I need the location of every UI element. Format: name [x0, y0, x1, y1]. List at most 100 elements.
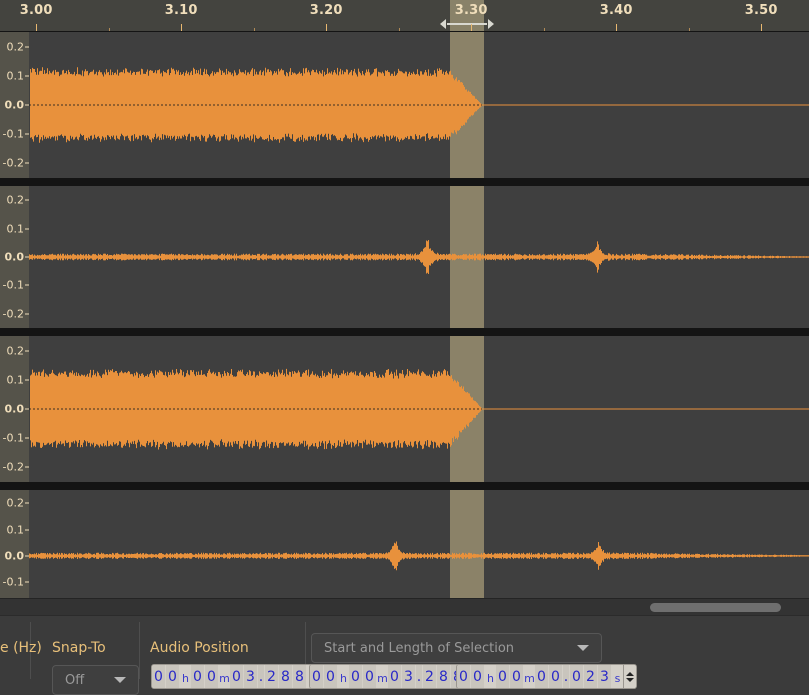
right-arrow-icon	[488, 18, 494, 29]
time-digit[interactable]: 0	[510, 665, 524, 688]
audio-editor-window: 3.00 3.10 3.20 3.30 3.40 3.50 0.2 0.1 0.0 -0.1 -0…	[0, 0, 809, 695]
ruler-label: 3.30	[454, 3, 488, 18]
time-digit[interactable]: 8	[293, 665, 307, 688]
time-digit[interactable]: 0	[496, 665, 510, 688]
time-digit[interactable]: 0	[152, 665, 166, 688]
audio-position-field[interactable]: 00h00m03.288s	[151, 664, 332, 689]
snap-to-label: Snap-To	[52, 640, 106, 656]
vertical-axis-label: -0.1	[2, 278, 24, 292]
track-3[interactable]: 0.2 0.1 0.0 -0.1 -0.2	[0, 336, 809, 482]
time-digit[interactable]: 0	[457, 665, 471, 688]
track-separator	[0, 328, 809, 336]
track-panel[interactable]: 0.2 0.1 0.0 -0.1 -0.2 0.2 0.1 0.0 -0.1 -0.2 0.2 0.1…	[0, 32, 809, 598]
time-decimal-point[interactable]: .	[563, 665, 570, 688]
time-digit[interactable]: 0	[310, 665, 324, 688]
time-digit[interactable]: 0	[471, 665, 485, 688]
time-digit[interactable]: 0	[349, 665, 363, 688]
time-digit[interactable]: 8	[279, 665, 293, 688]
time-digit[interactable]: 0	[230, 665, 244, 688]
left-arrow-icon	[440, 18, 446, 29]
time-digit[interactable]: 0	[570, 665, 584, 688]
track-1-waveform-plot	[29, 67, 809, 143]
time-unit-s[interactable]: s	[612, 665, 623, 688]
track-3-vertical-ruler: 0.2 0.1 0.0 -0.1 -0.2	[0, 336, 30, 482]
chevron-down-icon	[577, 645, 589, 651]
vertical-axis-label: 0.0	[4, 402, 25, 416]
ruler-label: 3.10	[164, 3, 198, 18]
time-digit[interactable]: 0	[535, 665, 549, 688]
time-digit[interactable]: 2	[584, 665, 598, 688]
vertical-axis-label: 0.2	[6, 344, 25, 358]
timeline-ruler[interactable]: 3.00 3.10 3.20 3.30 3.40 3.50	[0, 0, 809, 32]
time-digit[interactable]: 3	[244, 665, 258, 688]
vertical-axis-label: -0.2	[2, 460, 24, 474]
time-decimal-point[interactable]: .	[258, 665, 265, 688]
toolbar-divider	[139, 622, 140, 679]
track-3-waveform-plot	[29, 368, 809, 450]
vertical-axis-label: -0.2	[2, 156, 24, 170]
vertical-axis-label: 0.2	[6, 496, 25, 510]
snap-to-dropdown[interactable]: Off	[52, 665, 139, 695]
track-2[interactable]: 0.2 0.1 0.0 -0.1 -0.2	[0, 186, 809, 328]
vertical-axis-label: 0.0	[4, 549, 25, 563]
ruler-label: 3.40	[599, 3, 633, 18]
track-4-waveform[interactable]	[29, 490, 809, 598]
vertical-axis-label: 0.1	[6, 69, 25, 83]
time-digit[interactable]: 3	[598, 665, 612, 688]
vertical-axis-label: -0.1	[2, 431, 24, 445]
time-digit[interactable]: 0	[191, 665, 205, 688]
selection-length-field[interactable]: 00h00m00.023s	[456, 664, 637, 689]
time-digit[interactable]: 0	[166, 665, 180, 688]
time-digit[interactable]: 3	[402, 665, 416, 688]
time-unit-m[interactable]: m	[524, 665, 535, 688]
time-decimal-point[interactable]: .	[416, 665, 423, 688]
time-digit[interactable]: 0	[324, 665, 338, 688]
time-unit-m[interactable]: m	[377, 665, 388, 688]
time-unit-h[interactable]: h	[485, 665, 496, 688]
time-unit-h[interactable]: h	[180, 665, 191, 688]
vertical-axis-label: 0.1	[6, 523, 25, 536]
track-4-vertical-ruler: 0.2 0.1 0.0 -0.1	[0, 490, 30, 598]
time-digit[interactable]: 0	[205, 665, 219, 688]
time-digit[interactable]: 0	[363, 665, 377, 688]
track-2-vertical-ruler: 0.2 0.1 0.0 -0.1 -0.2	[0, 186, 30, 328]
vertical-axis-label: 0.0	[4, 250, 25, 264]
time-digit[interactable]: 0	[549, 665, 563, 688]
scrollbar-thumb[interactable]	[650, 603, 781, 612]
time-unit-m[interactable]: m	[219, 665, 230, 688]
ruler-label: 3.00	[19, 3, 53, 18]
vertical-axis-label: 0.2	[6, 40, 25, 54]
track-2-waveform-plot	[29, 240, 809, 274]
vertical-axis-label: 0.0	[4, 98, 25, 112]
track-separator	[0, 178, 809, 186]
audio-position-label: Audio Position	[150, 640, 249, 656]
track-3-waveform[interactable]	[29, 336, 809, 482]
track-1[interactable]: 0.2 0.1 0.0 -0.1 -0.2	[0, 32, 809, 178]
rate-label: e (Hz)	[0, 640, 42, 656]
track-4[interactable]: 0.2 0.1 0.0 -0.1	[0, 490, 809, 598]
time-digit[interactable]: 0	[388, 665, 402, 688]
vertical-axis-label: -0.1	[2, 575, 24, 589]
horizontal-scrollbar[interactable]	[0, 598, 809, 616]
track-1-waveform[interactable]	[29, 32, 809, 178]
time-digit[interactable]: 8	[437, 665, 451, 688]
track-2-waveform[interactable]	[29, 186, 809, 328]
time-digit[interactable]: 2	[265, 665, 279, 688]
vertical-axis-label: -0.1	[2, 127, 24, 141]
vertical-axis-label: 0.1	[6, 373, 25, 387]
vertical-axis-label: -0.2	[2, 307, 24, 321]
spinner-down-icon[interactable]	[626, 677, 634, 682]
time-unit-h[interactable]: h	[338, 665, 349, 688]
track-separator	[0, 482, 809, 490]
vertical-axis-label: 0.1	[6, 222, 25, 236]
time-spinner[interactable]	[623, 665, 636, 688]
spinner-up-icon[interactable]	[626, 671, 634, 676]
snap-to-value: Off	[65, 672, 85, 688]
track-4-waveform-plot	[29, 541, 809, 571]
selection-toolbar: e (Hz) Snap-To Off Audio Position Start …	[0, 615, 809, 695]
time-digit[interactable]: 2	[423, 665, 437, 688]
selection-mode-value: Start and Length of Selection	[324, 640, 515, 656]
chevron-down-icon	[114, 677, 126, 683]
selection-mode-dropdown[interactable]: Start and Length of Selection	[311, 633, 602, 663]
track-1-vertical-ruler: 0.2 0.1 0.0 -0.1 -0.2	[0, 32, 30, 178]
